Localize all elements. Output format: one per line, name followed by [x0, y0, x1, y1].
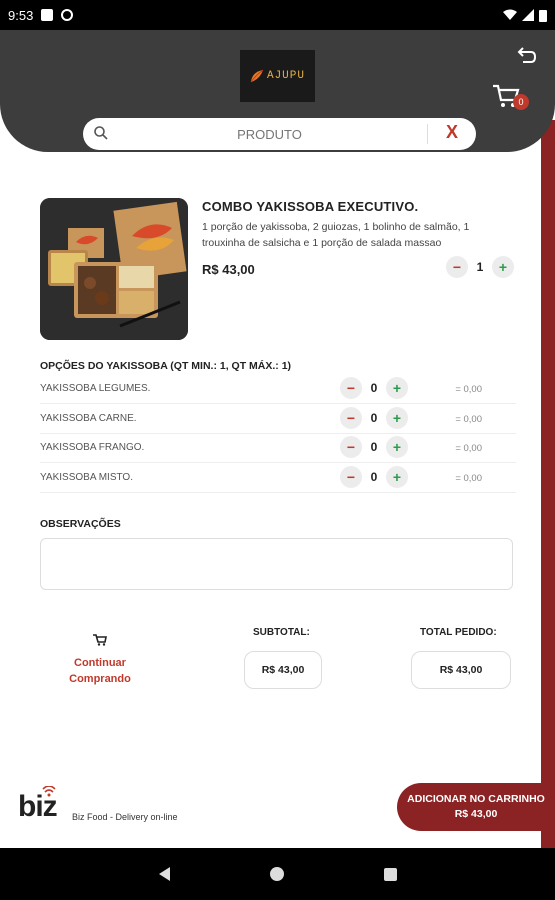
biz-tagline: Biz Food - Delivery on-line	[72, 812, 178, 822]
nav-recents-icon[interactable]	[383, 867, 397, 881]
option-price: = 0,00	[455, 414, 482, 425]
nav-back-icon[interactable]	[158, 867, 170, 881]
option-increase-button[interactable]: +	[386, 377, 408, 399]
decrease-quantity-button[interactable]: −	[446, 256, 468, 278]
option-quantity-stepper: − 0 +	[340, 407, 408, 429]
screen: 9:53 AJUPU 0 PRODUTO X COMBO YAKISSOBA E…	[0, 0, 555, 900]
option-quantity-value: 0	[370, 440, 378, 454]
side-accent-band	[541, 120, 555, 780]
search-input[interactable]	[113, 118, 426, 150]
option-quantity-stepper: − 0 +	[340, 377, 408, 399]
option-price: = 0,00	[455, 384, 482, 395]
option-increase-button[interactable]: +	[386, 466, 408, 488]
cart-count-badge: 0	[513, 94, 529, 110]
option-increase-button[interactable]: +	[386, 436, 408, 458]
subtotal-label: SUBTOTAL:	[253, 627, 310, 638]
search-clear-button[interactable]: X	[446, 122, 458, 143]
option-decrease-button[interactable]: −	[340, 407, 362, 429]
notification-icon	[41, 9, 54, 21]
option-decrease-button[interactable]: −	[340, 466, 362, 488]
search-bar: X	[83, 118, 476, 150]
continue-label-line2: Comprando	[69, 673, 131, 685]
option-name: YAKISSOBA CARNE.	[40, 413, 137, 424]
add-to-cart-button[interactable]: ADICIONAR NO CARRINHO R$ 43,00	[397, 783, 555, 831]
continue-shopping-button[interactable]: Continuar Comprando	[60, 634, 140, 687]
battery-icon	[539, 9, 547, 22]
search-icon	[94, 126, 108, 140]
sync-icon	[61, 9, 74, 21]
product-quantity-value: 1	[476, 260, 484, 274]
subtotal-value: R$ 43,00	[244, 651, 322, 689]
back-arrow-icon[interactable]	[515, 44, 539, 68]
product-photo-illustration	[40, 198, 188, 340]
option-quantity-value: 0	[370, 381, 378, 395]
option-decrease-button[interactable]: −	[340, 377, 362, 399]
product-price: R$ 43,00	[202, 262, 255, 277]
cart-small-icon	[93, 634, 107, 646]
observations-field[interactable]	[40, 538, 513, 590]
options-title: OPÇÕES DO YAKISSOBA (QT MIN.: 1, QT MÁX.…	[40, 360, 292, 372]
restaurant-logo: AJUPU	[240, 50, 315, 102]
status-bar: 9:53	[0, 0, 555, 30]
option-name: YAKISSOBA LEGUMES.	[40, 383, 151, 394]
total-label: TOTAL PEDIDO:	[420, 627, 497, 638]
logo-text: AJUPU	[266, 70, 305, 82]
option-name: YAKISSOBA MISTO.	[40, 472, 133, 483]
option-decrease-button[interactable]: −	[340, 436, 362, 458]
option-quantity-stepper: − 0 +	[340, 436, 408, 458]
option-quantity-value: 0	[370, 411, 378, 425]
option-quantity-stepper: − 0 +	[340, 466, 408, 488]
observations-title: OBSERVAÇÕES	[40, 518, 121, 530]
wifi-icon	[503, 9, 517, 20]
increase-quantity-button[interactable]: +	[492, 256, 514, 278]
biz-brand-text: biz	[18, 790, 58, 823]
continue-label-line1: Continuar	[74, 657, 126, 669]
option-row: YAKISSOBA MISTO. − 0 + = 0,00	[40, 463, 516, 493]
option-row: YAKISSOBA FRANGO. − 0 + = 0,00	[40, 433, 516, 463]
nav-home-icon[interactable]	[269, 867, 284, 881]
total-value: R$ 43,00	[411, 651, 511, 689]
option-increase-button[interactable]: +	[386, 407, 408, 429]
signal-icon	[522, 9, 534, 21]
product-title: COMBO YAKISSOBA EXECUTIVO.	[202, 199, 419, 214]
leaf-icon	[250, 69, 264, 83]
product-image	[40, 198, 188, 340]
option-row: YAKISSOBA LEGUMES. − 0 + = 0,00	[40, 374, 516, 404]
product-description: 1 porção de yakissoba, 2 guiozas, 1 boli…	[202, 221, 470, 249]
status-time: 9:53	[8, 7, 34, 23]
search-divider	[427, 124, 428, 144]
option-name: YAKISSOBA FRANGO.	[40, 442, 145, 453]
option-quantity-value: 0	[370, 470, 378, 484]
option-price: = 0,00	[455, 443, 482, 454]
option-price: = 0,00	[455, 473, 482, 484]
system-nav-bar	[0, 848, 555, 900]
option-row: YAKISSOBA CARNE. − 0 + = 0,00	[40, 404, 516, 434]
product-quantity-stepper: − 1 +	[446, 256, 514, 278]
